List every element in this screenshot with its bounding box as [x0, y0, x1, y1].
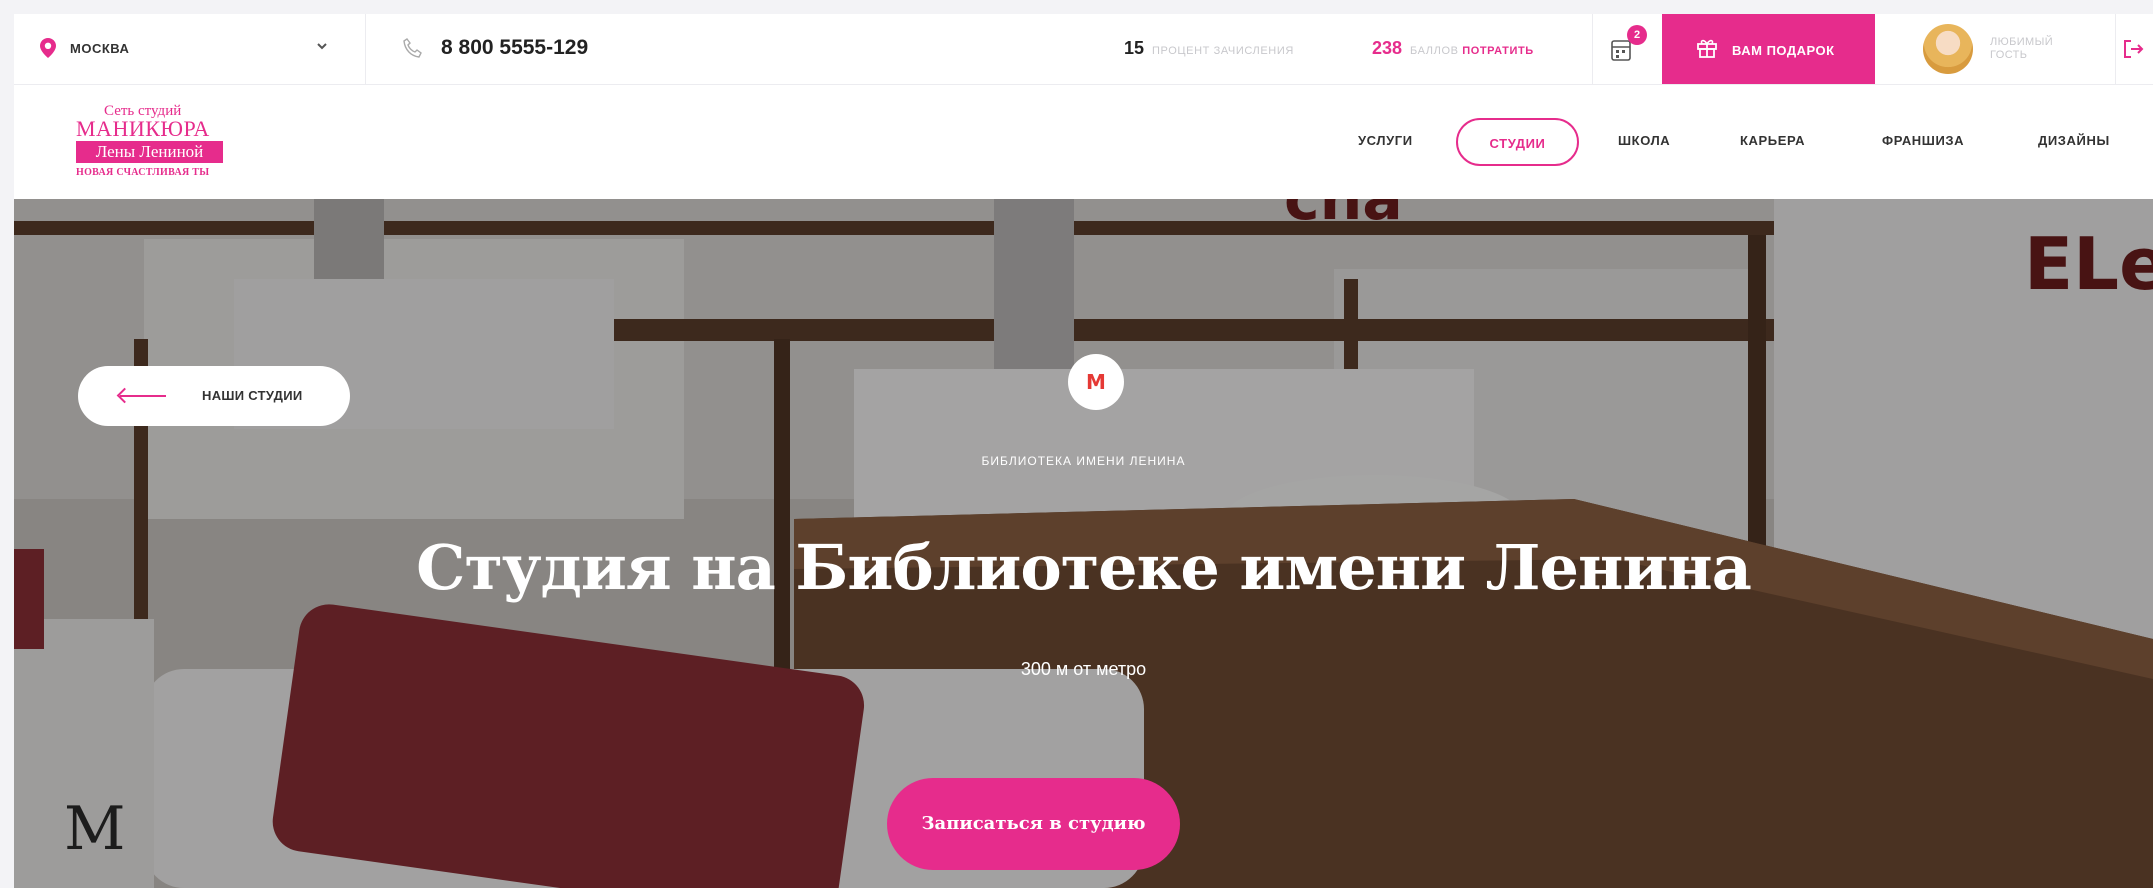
nav-item-services[interactable]: УСЛУГИ	[1358, 133, 1413, 148]
percent-value: 15	[1124, 38, 1145, 58]
logo-line2: МАНИКЮРА	[76, 116, 210, 141]
points-stat: 238 БАЛЛОВ ПОТРАТИТЬ	[1372, 38, 1534, 59]
logo-line3: Лены Лениной	[76, 141, 223, 163]
nav-item-franchise[interactable]: ФРАНШИЗА	[1882, 133, 1964, 148]
main-navbar: Сеть студий МАНИКЮРА Лены Лениной НОВАЯ …	[14, 85, 2153, 199]
points-value: 238	[1372, 38, 1403, 58]
hero-section: ELe cha M НАШИ СТУДИИ M БИБЛИОТЕКА ИМЕНИ…	[14, 199, 2153, 888]
user-profile[interactable]: ЛЮБИМЫЙ ГОСТЬ	[1875, 14, 2116, 84]
arrow-left-icon	[120, 395, 166, 397]
page-frame: МОСКВА 8 800 5555-129 15 ПРОЦЕНТ ЗАЧИСЛЕН…	[14, 14, 2153, 888]
chevron-down-icon	[317, 43, 327, 50]
points-label: БАЛЛОВ	[1410, 45, 1459, 57]
our-studios-back-button[interactable]: НАШИ СТУДИИ	[78, 366, 350, 426]
book-studio-button[interactable]: Записаться в студию	[887, 778, 1180, 870]
city-name: МОСКВА	[70, 41, 130, 56]
avatar[interactable]	[1923, 24, 1973, 74]
gift-icon	[1697, 39, 1717, 58]
metro-badge: M	[1068, 354, 1124, 410]
location-pin-icon	[40, 38, 56, 58]
gift-label: ВАМ ПОДАРОК	[1732, 43, 1835, 58]
percent-label: ПРОЦЕНТ ЗАЧИСЛЕНИЯ	[1152, 45, 1294, 57]
phone-number[interactable]: 8 800 5555-129	[441, 36, 588, 60]
calendar-badge: 2	[1627, 25, 1647, 45]
phone-icon	[403, 38, 422, 58]
page-title: Студия на Библиотеке имени Ленина	[416, 531, 1752, 604]
top-bar: МОСКВА 8 800 5555-129 15 ПРОЦЕНТ ЗАЧИСЛЕН…	[14, 14, 2153, 85]
calendar-button[interactable]: 2	[1592, 14, 1663, 84]
metro-distance: 300 м от метро	[1020, 659, 1147, 679]
metro-station-name: БИБЛИОТЕКА ИМЕНИ ЛЕНИНА	[981, 454, 1186, 468]
spend-points-link[interactable]: ПОТРАТИТЬ	[1462, 45, 1534, 57]
user-label: ЛЮБИМЫЙ ГОСТЬ	[1990, 36, 2054, 61]
brand-logo[interactable]: Сеть студий МАНИКЮРА Лены Лениной НОВАЯ …	[76, 103, 226, 183]
percent-stat: 15 ПРОЦЕНТ ЗАЧИСЛЕНИЯ	[1124, 38, 1294, 59]
gift-button[interactable]: ВАМ ПОДАРОК	[1662, 14, 1875, 84]
nav-item-designs[interactable]: ДИЗАЙНЫ	[2038, 133, 2110, 148]
nav-item-studios[interactable]: СТУДИИ	[1456, 118, 1579, 166]
metro-icon: M	[1086, 370, 1106, 394]
phone-block[interactable]: 8 800 5555-129	[365, 14, 885, 84]
city-selector[interactable]: МОСКВА	[14, 14, 366, 84]
back-button-label: НАШИ СТУДИИ	[202, 388, 303, 403]
logo-tagline: НОВАЯ СЧАСТЛИВАЯ ТЫ	[76, 167, 210, 178]
nav-item-career[interactable]: КАРЬЕРА	[1740, 133, 1805, 148]
logout-icon[interactable]	[2122, 38, 2144, 60]
nav-item-school[interactable]: ШКОЛА	[1618, 133, 1670, 148]
